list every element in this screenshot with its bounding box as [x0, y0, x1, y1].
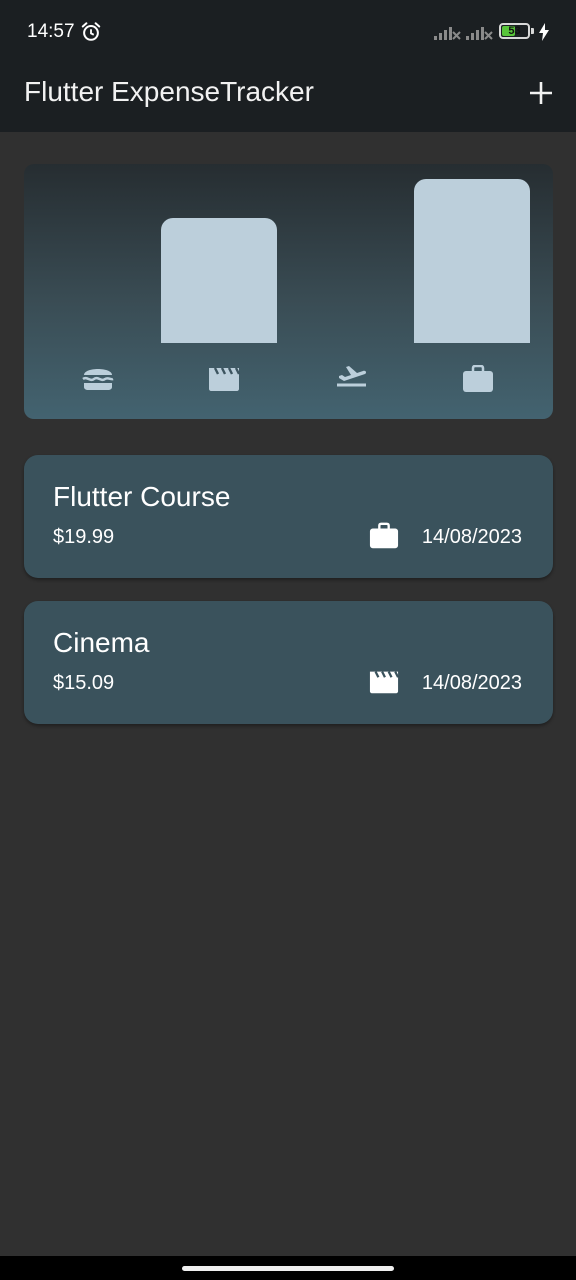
movie-icon [369, 671, 399, 694]
add-expense-button[interactable] [520, 72, 562, 114]
expense-item[interactable]: Flutter Course $19.99 14/08/2023 [24, 455, 553, 578]
work-icon [463, 365, 493, 392]
expense-item[interactable]: Cinema $15.09 14/08/2023 [24, 601, 553, 724]
work-icon [369, 522, 399, 549]
expense-amount: $15.09 [53, 672, 115, 694]
expense-chart [24, 164, 553, 419]
chart-bar-column [160, 179, 277, 343]
food-icon [82, 369, 114, 390]
alarm-icon [81, 22, 101, 41]
chart-bar [160, 218, 277, 343]
battery-level-text: 53 [508, 25, 521, 37]
charging-icon [539, 23, 549, 41]
home-indicator[interactable] [182, 1266, 394, 1271]
app-title: Flutter ExpenseTracker [24, 76, 314, 107]
expense-title: Flutter Course [53, 481, 231, 512]
chart-bar-column [413, 179, 530, 343]
chart-bar-column [287, 179, 403, 343]
battery-tip [531, 28, 534, 34]
battery-icon: 53 [499, 23, 530, 39]
chart-bar-area [34, 179, 543, 343]
app-bar: Flutter ExpenseTracker [0, 62, 576, 132]
expense-date: 14/08/2023 [421, 672, 522, 694]
signal-x-icon [466, 27, 493, 40]
chart-bar [413, 179, 530, 343]
expense-title: Cinema [53, 627, 150, 658]
travel-icon [337, 366, 367, 387]
status-time: 14:57 [27, 21, 75, 42]
expense-amount: $19.99 [53, 526, 115, 548]
add-icon [530, 82, 552, 104]
signal-x-icon [434, 27, 461, 40]
system-nav-bar [0, 1256, 576, 1280]
expense-date: 14/08/2023 [421, 526, 522, 548]
movie-icon [209, 367, 240, 391]
status-bar: 14:57 53 [0, 0, 576, 62]
chart-bar-column [34, 179, 150, 343]
